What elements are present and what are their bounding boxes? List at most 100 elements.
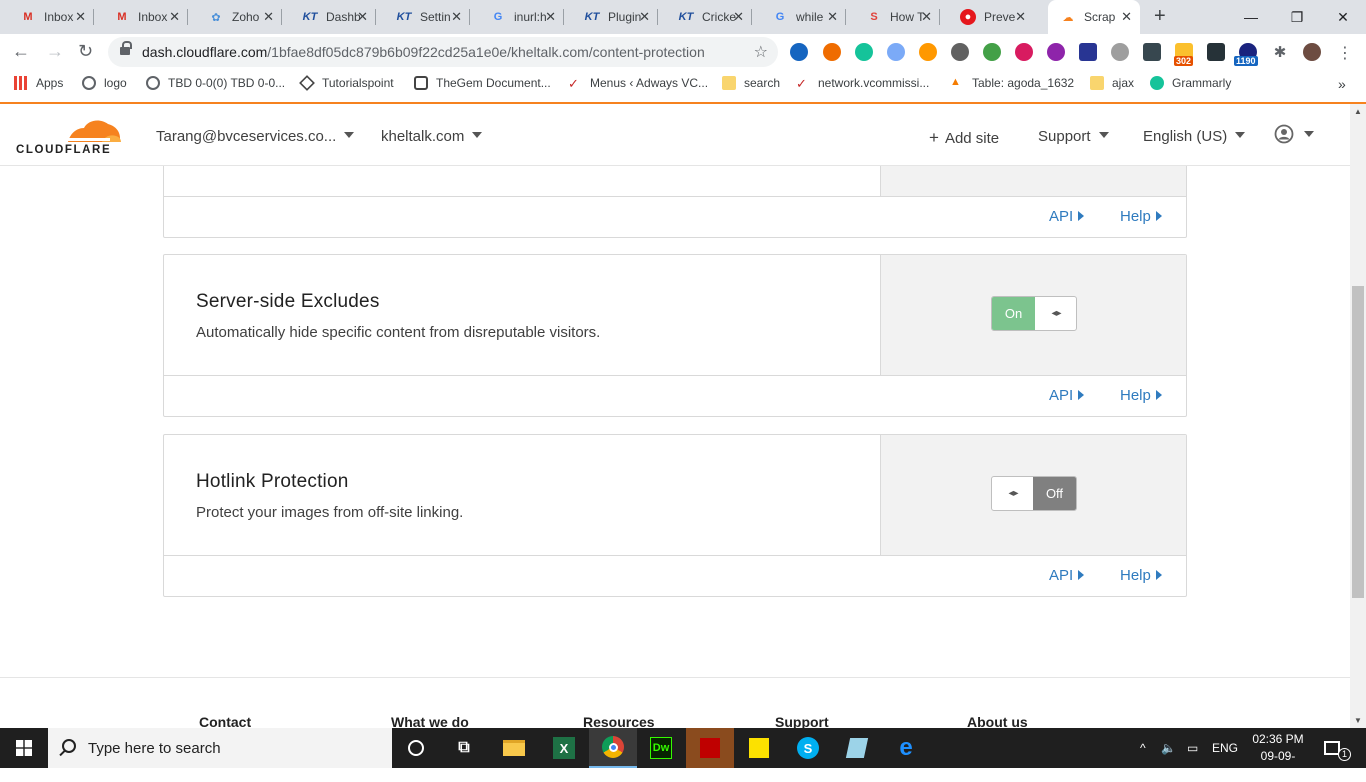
- chrome-icon[interactable]: [589, 728, 637, 768]
- close-tab-icon[interactable]: ✕: [733, 9, 744, 25]
- browser-tab[interactable]: KT Cricke ✕: [658, 0, 752, 34]
- back-icon[interactable]: ←: [12, 41, 30, 62]
- extension-icon[interactable]: [1111, 43, 1129, 61]
- browser-tab[interactable]: M Inbox ✕: [0, 0, 94, 34]
- scroll-up-icon[interactable]: ▲: [1354, 107, 1362, 116]
- language-dropdown[interactable]: English (US): [1143, 128, 1246, 145]
- browser-tab[interactable]: G inurl:h ✕: [470, 0, 564, 34]
- browser-tab[interactable]: KT Dashb ✕: [282, 0, 376, 34]
- api-link[interactable]: API: [1049, 208, 1085, 225]
- excel-icon[interactable]: X: [540, 728, 588, 768]
- file-explorer-icon[interactable]: [490, 728, 538, 768]
- extension-icon[interactable]: [887, 43, 905, 61]
- clock[interactable]: 02:36 PM 09-09-2020: [1248, 731, 1308, 782]
- close-tab-icon[interactable]: ✕: [827, 9, 838, 25]
- browser-tab[interactable]: ✿ Zoho ✕: [188, 0, 282, 34]
- bookmark-folder[interactable]: search: [722, 76, 780, 90]
- extension-icon[interactable]: [1079, 43, 1097, 61]
- browser-tab[interactable]: KT Plugin ✕: [564, 0, 658, 34]
- language-indicator[interactable]: ENG: [1212, 728, 1238, 768]
- server-side-excludes-toggle[interactable]: On ◂▸: [991, 296, 1077, 331]
- windows-start-button[interactable]: [0, 728, 48, 768]
- new-tab-icon[interactable]: +: [1154, 5, 1166, 28]
- sticky-notes-icon[interactable]: [735, 728, 783, 768]
- show-hidden-icons[interactable]: ^: [1140, 728, 1146, 768]
- page-scrollbar[interactable]: ▲ ▼: [1350, 104, 1366, 728]
- bookmark-item[interactable]: ✓ network.vcommissi...: [796, 76, 929, 91]
- api-link[interactable]: API: [1049, 567, 1085, 584]
- close-tab-icon[interactable]: ✕: [169, 9, 180, 25]
- browser-tab[interactable]: S How T ✕: [846, 0, 940, 34]
- volume-icon[interactable]: 🔈: [1161, 728, 1176, 768]
- browser-tab[interactable]: KT Settin ✕: [376, 0, 470, 34]
- close-tab-icon[interactable]: ✕: [451, 9, 462, 25]
- extension-icon[interactable]: [983, 43, 1001, 61]
- restore-icon[interactable]: ❐: [1274, 0, 1320, 34]
- extension-icon[interactable]: [919, 43, 937, 61]
- extension-icon[interactable]: [790, 43, 808, 61]
- taskbar-search-box[interactable]: Type here to search: [48, 728, 392, 768]
- scrollbar-thumb[interactable]: [1352, 286, 1364, 598]
- support-dropdown[interactable]: Support: [1038, 128, 1109, 145]
- close-tab-icon[interactable]: ✕: [639, 9, 650, 25]
- cortana-icon[interactable]: [392, 728, 440, 768]
- extension-icon[interactable]: [1207, 43, 1225, 61]
- cloudflare-logo[interactable]: CLOUDFLARE: [16, 116, 122, 156]
- edge-icon[interactable]: e: [882, 728, 930, 768]
- close-tab-icon[interactable]: ✕: [1015, 9, 1026, 25]
- bookmark-item[interactable]: ✓ Menus ‹ Adways VC...: [568, 76, 708, 91]
- browser-tab[interactable]: G while ✕: [752, 0, 846, 34]
- browser-tab[interactable]: ● Preve ✕: [940, 0, 1034, 34]
- bookmark-item[interactable]: TheGem Document...: [414, 76, 551, 90]
- bookmark-item[interactable]: Grammarly: [1150, 76, 1231, 90]
- domain-dropdown[interactable]: kheltalk.com: [381, 128, 483, 145]
- account-dropdown[interactable]: Tarang@bvceservices.co...: [156, 128, 355, 145]
- address-bar[interactable]: dash.cloudflare.com/1bfae8df05dc879b6b09…: [108, 37, 778, 67]
- minimize-icon[interactable]: —: [1228, 0, 1274, 34]
- bookmark-star-icon[interactable]: ☆: [754, 42, 768, 62]
- close-tab-icon[interactable]: ✕: [75, 9, 86, 25]
- dreamweaver-icon[interactable]: Dw: [637, 728, 685, 768]
- user-menu[interactable]: [1274, 124, 1314, 144]
- puzzle-icon[interactable]: ✱: [1271, 43, 1289, 61]
- bookmark-folder[interactable]: ajax: [1090, 76, 1134, 90]
- bookmark-item[interactable]: TBD 0-0(0) TBD 0-0...: [146, 76, 285, 90]
- close-tab-icon[interactable]: ✕: [263, 9, 274, 25]
- bookmark-item[interactable]: ▲ Table: agoda_1632: [950, 76, 1074, 90]
- notepad-icon[interactable]: [833, 728, 881, 768]
- profile-avatar[interactable]: [1303, 43, 1321, 61]
- help-link[interactable]: Help: [1120, 208, 1162, 225]
- extension-icon[interactable]: [823, 43, 841, 61]
- hotlink-protection-toggle[interactable]: ◂▸ Off: [991, 476, 1077, 511]
- close-tab-icon[interactable]: ✕: [545, 9, 556, 25]
- notification-center-icon[interactable]: 1: [1324, 728, 1351, 768]
- scroll-down-icon[interactable]: ▼: [1354, 716, 1362, 725]
- extension-icon[interactable]: [1015, 43, 1033, 61]
- close-tab-icon[interactable]: ✕: [357, 9, 368, 25]
- forward-icon[interactable]: →: [46, 41, 64, 62]
- network-icon[interactable]: ▭: [1187, 728, 1198, 768]
- help-link[interactable]: Help: [1120, 567, 1162, 584]
- bookmark-item[interactable]: Tutorialspoint: [299, 75, 394, 91]
- filezilla-icon[interactable]: [686, 728, 734, 768]
- reload-icon[interactable]: ↻: [78, 41, 93, 62]
- browser-tab[interactable]: M Inbox ✕: [94, 0, 188, 34]
- kebab-menu-icon[interactable]: ⋮: [1336, 43, 1354, 62]
- api-link[interactable]: API: [1049, 387, 1085, 404]
- bookmark-apps[interactable]: Apps: [14, 76, 63, 90]
- bookmark-item[interactable]: logo: [82, 76, 127, 90]
- close-tab-icon[interactable]: ✕: [1121, 9, 1132, 25]
- close-tab-icon[interactable]: ✕: [921, 9, 932, 25]
- browser-tab-active[interactable]: ☁ Scrap ✕: [1048, 0, 1140, 34]
- extension-icon[interactable]: [1047, 43, 1065, 61]
- extension-icon[interactable]: [1143, 43, 1161, 61]
- grammarly-extension-icon[interactable]: [855, 43, 873, 61]
- footer-heading: Resources: [583, 714, 655, 728]
- more-bookmarks-icon[interactable]: »: [1338, 76, 1346, 92]
- extension-icon[interactable]: [951, 43, 969, 61]
- add-site-button[interactable]: + Add site: [929, 128, 999, 148]
- skype-icon[interactable]: S: [784, 728, 832, 768]
- help-link[interactable]: Help: [1120, 387, 1162, 404]
- close-window-icon[interactable]: ✕: [1320, 0, 1366, 34]
- task-view-icon[interactable]: ⧉: [440, 728, 488, 768]
